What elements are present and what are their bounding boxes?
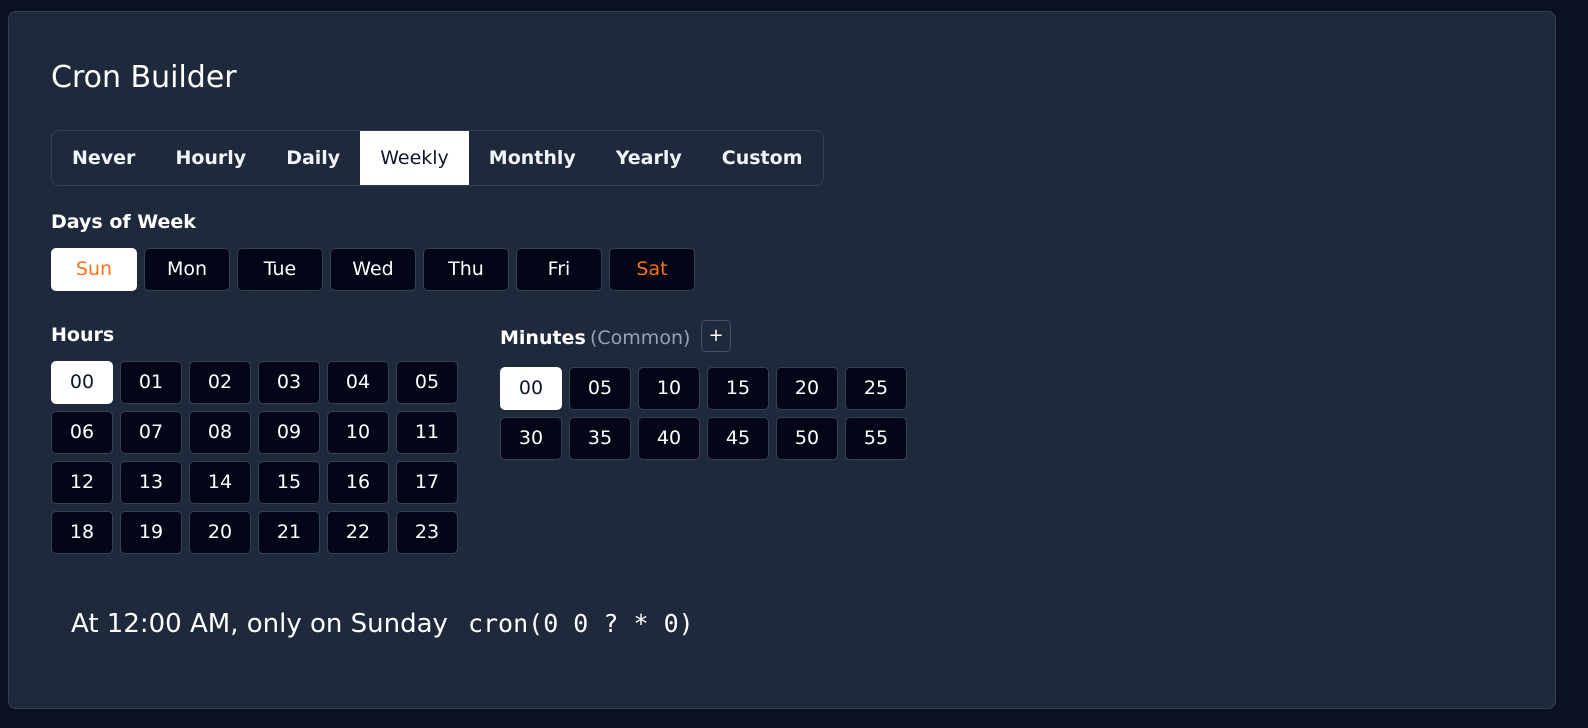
minute-button-20[interactable]: 20 bbox=[776, 367, 838, 410]
hour-button-21[interactable]: 21 bbox=[258, 511, 320, 554]
hours-grid: 00 01 02 03 04 05 06 07 08 09 10 11 12 13 14 15 16 17 18 19… bbox=[51, 361, 458, 554]
hour-button-07[interactable]: 07 bbox=[120, 411, 182, 454]
hour-button-20[interactable]: 20 bbox=[189, 511, 251, 554]
minutes-sublabel: (Common) bbox=[590, 327, 691, 349]
minute-button-00[interactable]: 00 bbox=[500, 367, 562, 410]
cron-builder-card: Cron Builder Never Hourly Daily Weekly Month… bbox=[8, 11, 1556, 709]
hour-button-12[interactable]: 12 bbox=[51, 461, 113, 504]
hour-button-13[interactable]: 13 bbox=[120, 461, 182, 504]
cron-expression: cron(0 0 ? * 0) bbox=[467, 609, 694, 638]
day-button-tue[interactable]: Tue bbox=[237, 248, 323, 291]
add-minute-button[interactable]: + bbox=[701, 320, 731, 352]
hour-button-11[interactable]: 11 bbox=[396, 411, 458, 454]
tab-weekly[interactable]: Weekly bbox=[360, 131, 469, 185]
tab-never[interactable]: Never bbox=[52, 131, 155, 185]
hours-label: Hours bbox=[51, 324, 115, 346]
day-button-wed[interactable]: Wed bbox=[330, 248, 416, 291]
tab-hourly[interactable]: Hourly bbox=[155, 131, 266, 185]
hour-button-02[interactable]: 02 bbox=[189, 361, 251, 404]
minutes-grid: 00 05 10 15 20 25 30 35 40 45 50 55 bbox=[500, 367, 907, 460]
minute-button-50[interactable]: 50 bbox=[776, 417, 838, 460]
minutes-label: Minutes bbox=[500, 327, 586, 349]
minute-button-40[interactable]: 40 bbox=[638, 417, 700, 460]
hour-button-17[interactable]: 17 bbox=[396, 461, 458, 504]
hour-button-03[interactable]: 03 bbox=[258, 361, 320, 404]
schedule-description: At 12:00 AM, only on Sunday bbox=[71, 609, 448, 639]
minute-button-55[interactable]: 55 bbox=[845, 417, 907, 460]
hour-button-23[interactable]: 23 bbox=[396, 511, 458, 554]
minute-button-15[interactable]: 15 bbox=[707, 367, 769, 410]
day-button-sun[interactable]: Sun bbox=[51, 248, 137, 291]
frequency-tabs: Never Hourly Daily Weekly Monthly Yearly Custo… bbox=[51, 130, 824, 186]
hour-button-16[interactable]: 16 bbox=[327, 461, 389, 504]
hour-button-06[interactable]: 06 bbox=[51, 411, 113, 454]
days-of-week-row: Sun Mon Tue Wed Thu Fri Sat bbox=[51, 248, 702, 291]
hour-button-04[interactable]: 04 bbox=[327, 361, 389, 404]
minute-button-35[interactable]: 35 bbox=[569, 417, 631, 460]
minute-button-05[interactable]: 05 bbox=[569, 367, 631, 410]
tab-daily[interactable]: Daily bbox=[266, 131, 360, 185]
day-button-fri[interactable]: Fri bbox=[516, 248, 602, 291]
day-button-thu[interactable]: Thu bbox=[423, 248, 509, 291]
tab-custom[interactable]: Custom bbox=[702, 131, 823, 185]
hour-button-19[interactable]: 19 bbox=[120, 511, 182, 554]
hour-button-14[interactable]: 14 bbox=[189, 461, 251, 504]
hour-button-09[interactable]: 09 bbox=[258, 411, 320, 454]
hour-button-08[interactable]: 08 bbox=[189, 411, 251, 454]
page-title: Cron Builder bbox=[51, 60, 237, 95]
hour-button-01[interactable]: 01 bbox=[120, 361, 182, 404]
hour-button-05[interactable]: 05 bbox=[396, 361, 458, 404]
hour-button-22[interactable]: 22 bbox=[327, 511, 389, 554]
minute-button-10[interactable]: 10 bbox=[638, 367, 700, 410]
cron-summary: At 12:00 AM, only on Sunday cron(0 0 ? *… bbox=[71, 609, 694, 639]
minute-button-30[interactable]: 30 bbox=[500, 417, 562, 460]
days-of-week-label: Days of Week bbox=[51, 211, 196, 233]
tab-monthly[interactable]: Monthly bbox=[469, 131, 596, 185]
tab-yearly[interactable]: Yearly bbox=[596, 131, 702, 185]
hour-button-10[interactable]: 10 bbox=[327, 411, 389, 454]
minute-button-25[interactable]: 25 bbox=[845, 367, 907, 410]
hour-button-15[interactable]: 15 bbox=[258, 461, 320, 504]
hour-button-18[interactable]: 18 bbox=[51, 511, 113, 554]
hour-button-00[interactable]: 00 bbox=[51, 361, 113, 404]
day-button-sat[interactable]: Sat bbox=[609, 248, 695, 291]
minute-button-45[interactable]: 45 bbox=[707, 417, 769, 460]
day-button-mon[interactable]: Mon bbox=[144, 248, 230, 291]
